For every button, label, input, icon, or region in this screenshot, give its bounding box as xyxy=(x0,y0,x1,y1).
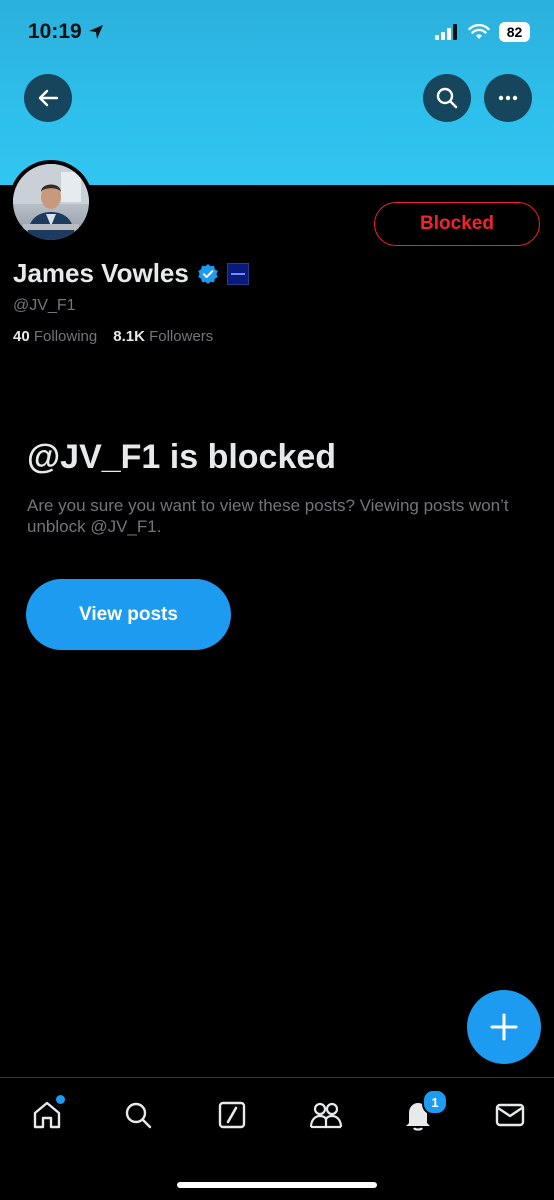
battery-icon: 82 xyxy=(499,22,530,42)
tab-home[interactable] xyxy=(27,1095,67,1135)
mail-icon xyxy=(495,1103,525,1127)
blocked-notice-description: Are you sure you want to view these post… xyxy=(27,496,509,536)
cellular-signal-icon xyxy=(435,24,457,40)
view-posts-button[interactable]: View posts xyxy=(26,579,231,650)
more-horizontal-icon xyxy=(498,95,518,101)
plus-icon xyxy=(490,1013,518,1041)
followers-label: Followers xyxy=(149,328,214,345)
profile-avatar[interactable] xyxy=(9,160,93,244)
more-button[interactable] xyxy=(484,74,532,122)
slash-square-icon xyxy=(218,1101,246,1129)
blocked-button[interactable]: Blocked xyxy=(374,202,540,246)
notifications-badge: 1 xyxy=(422,1089,448,1115)
affiliation-logo-mark xyxy=(230,272,245,275)
blocked-notice-title: @JV_F1 is blocked xyxy=(27,438,337,476)
home-unread-dot xyxy=(56,1095,65,1104)
blocked-button-label: Blocked xyxy=(420,213,494,234)
home-indicator[interactable] xyxy=(177,1182,377,1188)
tab-communities[interactable] xyxy=(306,1095,346,1135)
follow-stats: 40 Following 8.1K Followers xyxy=(13,328,213,345)
status-indicators: 82 xyxy=(435,22,530,42)
followers-count: 8.1K xyxy=(113,328,145,345)
back-button[interactable] xyxy=(24,74,72,122)
wifi-icon xyxy=(468,24,490,39)
profile-handle: @JV_F1 xyxy=(13,297,76,314)
avatar-portrait-icon xyxy=(13,164,89,240)
profile-name-row: James Vowles xyxy=(13,258,249,289)
arrow-left-icon xyxy=(38,89,59,107)
affiliation-badge[interactable] xyxy=(226,262,249,285)
search-button[interactable] xyxy=(423,74,471,122)
verified-badge-icon[interactable] xyxy=(197,263,219,285)
tab-messages[interactable] xyxy=(490,1095,530,1135)
profile-page: 10:19 82 Blocked James Vowles @JV_F1 40 … xyxy=(0,0,554,1200)
tab-explore[interactable] xyxy=(118,1095,158,1135)
status-time-text: 10:19 xyxy=(28,20,82,43)
tab-grok[interactable] xyxy=(212,1095,252,1135)
display-name: James Vowles xyxy=(13,258,189,288)
location-arrow-icon xyxy=(88,25,103,39)
search-icon xyxy=(125,1102,152,1129)
avatar-photo xyxy=(13,164,89,240)
view-posts-label: View posts xyxy=(79,603,178,625)
search-icon xyxy=(436,87,458,109)
following-count: 40 xyxy=(13,328,30,345)
tab-notifications[interactable]: 1 xyxy=(398,1089,448,1135)
people-icon xyxy=(309,1102,343,1129)
followers-link[interactable]: 8.1K Followers xyxy=(113,328,213,345)
following-link[interactable]: 40 Following xyxy=(13,328,97,345)
battery-level: 82 xyxy=(506,24,523,40)
status-time: 10:19 xyxy=(28,20,104,44)
following-label: Following xyxy=(33,328,98,345)
compose-button[interactable] xyxy=(467,990,541,1064)
